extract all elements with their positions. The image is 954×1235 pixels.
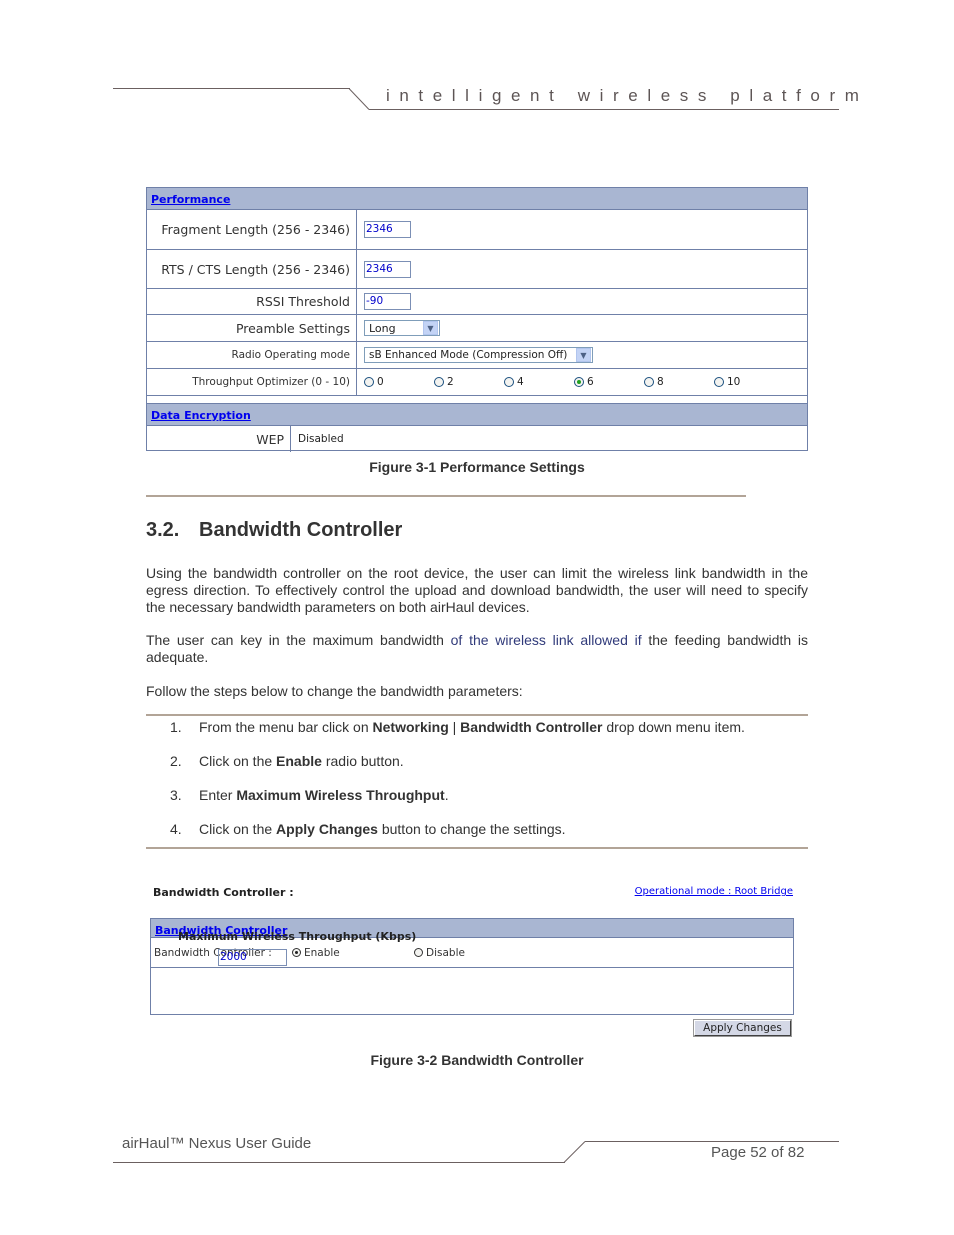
radio-button[interactable] (504, 377, 514, 387)
section-heading: 3.2. Bandwidth Controller (146, 519, 402, 542)
radio-mode-select[interactable]: sB Enhanced Mode (Compression Off) ▼ (364, 347, 593, 363)
radio-mode-label: Radio Operating mode (147, 342, 357, 368)
bandwidth-controller-figure: Bandwidth Controller : Operational mode … (146, 872, 806, 1042)
radio-button[interactable] (714, 377, 724, 387)
steps-bottom-rule (146, 847, 808, 849)
paragraph: Follow the steps below to change the ban… (146, 683, 523, 699)
chevron-down-icon[interactable]: ▼ (576, 348, 591, 362)
throughput-option-8[interactable]: 8 (644, 376, 714, 388)
max-throughput-input[interactable]: 2000 (218, 949, 287, 966)
footer-title: airHaul™ Nexus User Guide (122, 1135, 312, 1152)
radio-label: 8 (657, 376, 664, 388)
disable-label: Disable (426, 946, 465, 959)
paragraph: The user can key in the maximum bandwidt… (146, 632, 808, 666)
enable-radio[interactable] (292, 948, 301, 957)
radio-button[interactable] (364, 377, 374, 387)
text-highlight: of the wireless link allowed if (450, 632, 642, 648)
throughput-option-2[interactable]: 2 (434, 376, 504, 388)
preamble-row: Preamble Settings Long ▼ (147, 314, 807, 341)
fragment-length-label: Fragment Length (256 - 2346) (147, 210, 357, 249)
section-divider (146, 495, 746, 497)
section-number: 3.2. (146, 519, 180, 541)
rts-cts-length-label: RTS / CTS Length (256 - 2346) (147, 250, 357, 288)
header-rule-right (369, 109, 839, 110)
data-encryption-link[interactable]: Data Encryption (151, 409, 251, 422)
rssi-threshold-row: RSSI Threshold -90 (147, 288, 807, 314)
preamble-selected: Long (369, 321, 396, 335)
spacer-row (147, 395, 807, 403)
figure-caption: Figure 3-2 Bandwidth Controller (370, 1052, 584, 1068)
paragraph: Using the bandwidth controller on the ro… (146, 565, 808, 615)
list-item: 2. Click on the Enable radio button. (170, 753, 745, 787)
footer-rule-left (113, 1162, 565, 1163)
page-title: Bandwidth Controller : (153, 886, 294, 899)
wep-row: WEP Disabled (147, 426, 807, 452)
text: The user can key in the maximum bandwidt… (146, 632, 451, 648)
list-item: 3. Enter Maximum Wireless Throughput. (170, 787, 745, 821)
wep-label: WEP (147, 426, 291, 452)
preamble-select[interactable]: Long ▼ (364, 320, 440, 336)
radio-label: 0 (377, 376, 384, 388)
header-tagline: intelligent wireless platform (386, 86, 869, 105)
rts-cts-length-input[interactable]: 2346 (364, 260, 411, 278)
rts-cts-length-row: RTS / CTS Length (256 - 2346) 2346 (147, 249, 807, 288)
radio-label: 2 (447, 376, 454, 388)
throughput-option-6[interactable]: 6 (574, 376, 644, 388)
step-number: 4. (170, 821, 182, 837)
radio-label: 6 (587, 376, 594, 388)
performance-section-header: Performance (147, 188, 807, 210)
rssi-threshold-label: RSSI Threshold (147, 289, 357, 314)
list-item: 4. Click on the Apply Changes button to … (170, 821, 745, 855)
section-title: Bandwidth Controller (199, 519, 403, 541)
disable-radio[interactable] (414, 948, 423, 957)
performance-settings-figure: Performance Fragment Length (256 - 2346)… (146, 187, 808, 452)
throughput-option-4[interactable]: 4 (504, 376, 574, 388)
fragment-length-input[interactable]: 2346 (364, 221, 411, 238)
step-number: 2. (170, 753, 182, 769)
preamble-label: Preamble Settings (147, 315, 357, 341)
radio-button[interactable] (644, 377, 654, 387)
fragment-length-row: Fragment Length (256 - 2346) 2346 (147, 210, 807, 249)
wep-value: Disabled (298, 433, 344, 445)
apply-changes-button[interactable]: Apply Changes (693, 1019, 792, 1037)
chevron-down-icon[interactable]: ▼ (423, 321, 438, 335)
rssi-threshold-input[interactable]: -90 (364, 293, 411, 310)
steps-list: 1. From the menu bar click on Networking… (170, 719, 745, 855)
figure-caption: Figure 3-1 Performance Settings (369, 459, 585, 475)
page-number: Page 52 of 82 (711, 1144, 805, 1161)
header-rule-slant (348, 88, 370, 110)
throughput-optimizer-label: Throughput Optimizer (0 - 10) (147, 369, 357, 395)
radio-button[interactable] (574, 377, 584, 387)
header-rule-left (113, 88, 350, 89)
max-throughput-label: Maximum Wireless Throughput (Kbps) (178, 930, 417, 943)
encryption-section-header: Data Encryption (147, 403, 807, 426)
operational-mode-link[interactable]: Operational mode : Root Bridge (635, 886, 793, 897)
throughput-option-10[interactable]: 10 (714, 376, 784, 388)
throughput-optimizer-radios: 0 2 4 6 8 10 (364, 376, 784, 388)
throughput-optimizer-row: Throughput Optimizer (0 - 10) 0 2 4 6 8 10 (147, 368, 807, 395)
footer-rule-right (585, 1141, 839, 1142)
step-number: 3. (170, 787, 182, 803)
radio-mode-row: Radio Operating mode sB Enhanced Mode (C… (147, 341, 807, 368)
radio-label: 4 (517, 376, 524, 388)
enable-label: Enable (304, 946, 340, 959)
list-item: 1. From the menu bar click on Networking… (170, 719, 745, 753)
radio-mode-selected: sB Enhanced Mode (Compression Off) (369, 349, 568, 361)
radio-button[interactable] (434, 377, 444, 387)
step-number: 1. (170, 719, 182, 735)
performance-link[interactable]: Performance (151, 193, 230, 206)
steps-top-rule (146, 714, 808, 716)
throughput-option-0[interactable]: 0 (364, 376, 434, 388)
footer-rule-slant (563, 1141, 586, 1163)
radio-label: 10 (727, 376, 741, 388)
